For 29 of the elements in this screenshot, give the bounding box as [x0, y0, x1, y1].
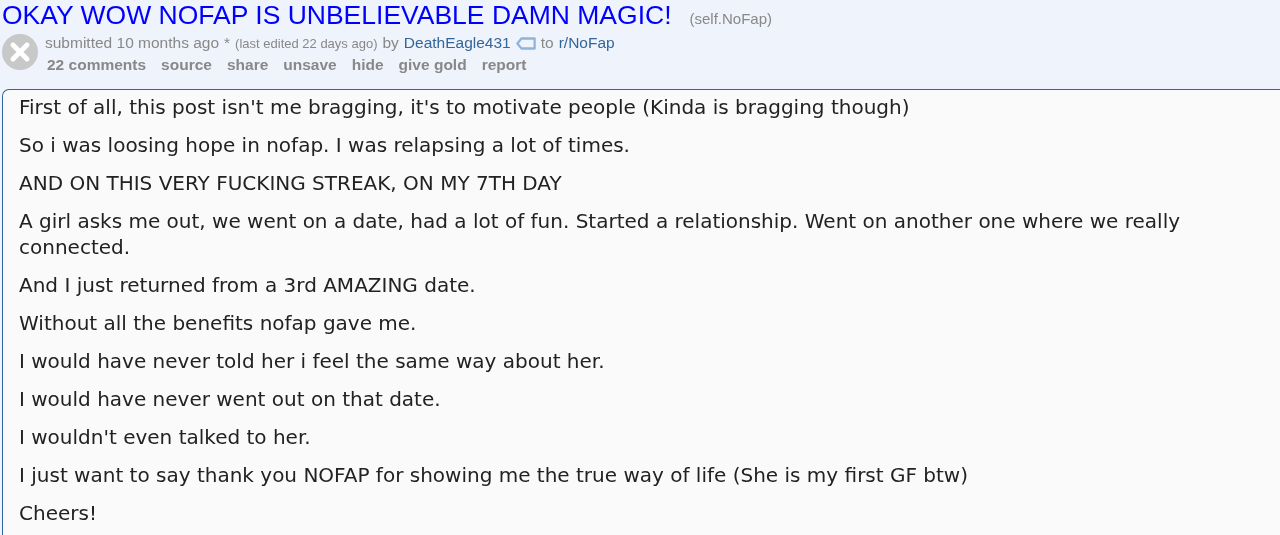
- submitted-time: submitted 10 months ago: [45, 34, 220, 52]
- action-link[interactable]: source: [161, 56, 212, 74]
- action-link[interactable]: unsave: [283, 56, 337, 74]
- post-paragraph: Without all the benefits nofap gave me.: [19, 310, 418, 336]
- post-paragraph: I just want to say thank you NOFAP for showing me the true way of life (She is my first GF btw): [19, 462, 970, 488]
- post-paragraph: First of all, this post isn't me bragging, it's to motivate people (Kinda is bragging though): [19, 95, 911, 121]
- by-label: by: [382, 34, 399, 52]
- tag-icon[interactable]: [515, 36, 536, 50]
- post-paragraph: Cheers!: [19, 500, 98, 526]
- to-label: to: [540, 34, 554, 52]
- action-link[interactable]: 22 comments: [47, 56, 147, 74]
- post-paragraph: I would have never went out on that date.: [19, 386, 442, 412]
- post-paragraph: I would have never told her i feel the same way about her.: [19, 348, 606, 374]
- post-domain: (self.NoFap): [689, 10, 773, 27]
- post-title[interactable]: OKAY WOW NOFAP IS UNBELIEVABLE DAMN MAGIC!: [2, 0, 672, 31]
- post-paragraph: AND ON THIS VERY FUCKING STREAK, ON MY 7TH DAY: [19, 171, 563, 197]
- edited-mark: *: [224, 34, 231, 52]
- close-icon[interactable]: [2, 34, 38, 70]
- action-link[interactable]: share: [226, 56, 269, 74]
- post-paragraph: And I just returned from a 3rd AMAZING date.: [19, 272, 477, 298]
- author-link[interactable]: DeathEagle431: [403, 34, 511, 52]
- post-paragraph: A girl asks me out, we went on a date, had a lot of fun. Started a relationship. Went on another one where we really connected.: [19, 209, 1182, 260]
- subreddit-link[interactable]: r/NoFap: [558, 34, 615, 52]
- action-link[interactable]: hide: [351, 56, 384, 74]
- action-link[interactable]: report: [481, 56, 527, 74]
- post-paragraph: I wouldn't even talked to her.: [19, 424, 312, 450]
- action-link[interactable]: give gold: [398, 56, 467, 74]
- edited-time: (last edited 22 days ago): [235, 35, 378, 51]
- post-paragraph: So i was loosing hope in nofap. I was relapsing a lot of times.: [19, 133, 631, 159]
